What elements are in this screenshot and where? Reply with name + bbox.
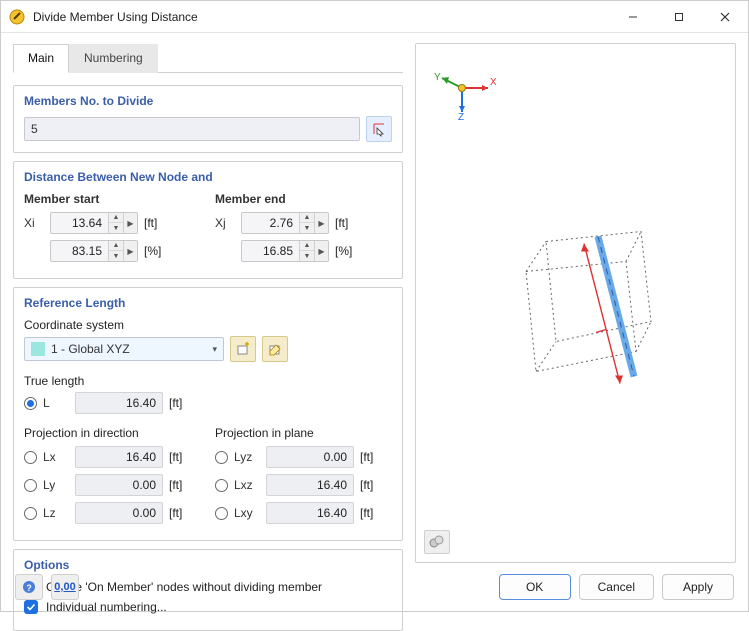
titlebar: Divide Member Using Distance — [1, 1, 748, 33]
radio-Ly[interactable] — [24, 479, 37, 492]
unit-ft: [ft] — [360, 506, 386, 520]
radio-Lz[interactable] — [24, 507, 37, 520]
unit-ft: [ft] — [169, 396, 195, 410]
dropdown-caret-icon[interactable]: ▶ — [123, 240, 137, 262]
svg-text:?: ? — [26, 583, 32, 593]
dropdown-caret-icon[interactable]: ▶ — [314, 240, 328, 262]
cs-swatch-icon — [31, 342, 45, 356]
projection-plane-label: Projection in plane — [215, 426, 392, 440]
chevron-down-icon: ▾ — [212, 344, 217, 355]
radio-Lx[interactable] — [24, 451, 37, 464]
precision-button[interactable]: 0,00 — [51, 574, 79, 600]
xj-ft-value: 2.76 — [242, 216, 299, 230]
help-button[interactable]: ? — [15, 574, 43, 600]
unit-ft: [ft] — [169, 450, 195, 464]
unit-ft: [ft] — [335, 216, 361, 230]
Lyz-label: Lyz — [234, 450, 260, 464]
projection-dir-label: Projection in direction — [24, 426, 201, 440]
edit-cs-button[interactable] — [262, 336, 288, 362]
spin-buttons[interactable]: ▲▼ — [299, 212, 314, 234]
new-cs-button[interactable] — [230, 336, 256, 362]
minimize-button[interactable] — [610, 1, 656, 33]
Ly-value: 0.00 — [75, 474, 163, 496]
axis-x-label: X — [490, 77, 496, 88]
xi-pct-input[interactable]: 83.15 ▲▼ ▶ — [50, 240, 138, 262]
Lyz-value: 0.00 — [266, 446, 354, 468]
members-panel-title: Members No. to Divide — [24, 94, 392, 108]
radio-Lyz[interactable] — [215, 451, 228, 464]
tab-main[interactable]: Main — [13, 44, 69, 73]
member-end-label: Member end — [215, 192, 392, 206]
ok-button[interactable]: OK — [499, 574, 571, 600]
unit-pct: [%] — [144, 244, 170, 258]
window-controls — [610, 1, 748, 33]
xj-pct-value: 16.85 — [242, 244, 299, 258]
dropdown-caret-icon[interactable]: ▶ — [314, 212, 328, 234]
unit-ft: [ft] — [360, 450, 386, 464]
app-icon — [9, 9, 25, 25]
pick-from-view-button[interactable] — [366, 116, 392, 142]
distance-panel-title: Distance Between New Node and — [24, 170, 392, 184]
xi-pct-value: 83.15 — [51, 244, 108, 258]
reference-panel-title: Reference Length — [24, 296, 392, 310]
axis-z-label: Z — [458, 112, 464, 120]
tabs: Main Numbering — [13, 43, 403, 73]
unit-ft: [ft] — [144, 216, 170, 230]
Lz-label: Lz — [43, 506, 69, 520]
apply-button[interactable]: Apply — [662, 574, 734, 600]
Lxz-value: 16.40 — [266, 474, 354, 496]
preview-pane[interactable]: X Y Z — [415, 43, 736, 563]
members-panel: Members No. to Divide 5 — [13, 85, 403, 153]
true-length-label: True length — [24, 374, 392, 388]
cs-label: Coordinate system — [24, 318, 392, 332]
xj-label: Xj — [215, 216, 235, 230]
create-on-member-label: Create 'On Member' nodes without dividin… — [46, 580, 322, 594]
Lz-value: 0.00 — [75, 502, 163, 524]
Lx-value: 16.40 — [75, 446, 163, 468]
unit-pct: [%] — [335, 244, 361, 258]
Lxy-value: 16.40 — [266, 502, 354, 524]
L-value: 16.40 — [75, 392, 163, 414]
close-button[interactable] — [702, 1, 748, 33]
precision-label: 0,00 — [54, 581, 75, 593]
axis-y-label: Y — [434, 72, 441, 83]
unit-ft: [ft] — [360, 478, 386, 492]
radio-L[interactable] — [24, 397, 37, 410]
unit-ft: [ft] — [169, 478, 195, 492]
xi-label: Xi — [24, 216, 44, 230]
spin-buttons[interactable]: ▲▼ — [108, 212, 123, 234]
members-value: 5 — [31, 122, 38, 136]
members-input[interactable]: 5 — [24, 117, 360, 141]
maximize-button[interactable] — [656, 1, 702, 33]
Ly-label: Ly — [43, 478, 69, 492]
Lxz-label: Lxz — [234, 478, 260, 492]
xj-pct-input[interactable]: 16.85 ▲▼ ▶ — [241, 240, 329, 262]
member-start-label: Member start — [24, 192, 201, 206]
radio-Lxy[interactable] — [215, 507, 228, 520]
cs-value: 1 - Global XYZ — [51, 342, 206, 356]
options-panel-title: Options — [24, 558, 392, 572]
distance-panel: Distance Between New Node and Member sta… — [13, 161, 403, 279]
xj-ft-input[interactable]: 2.76 ▲▼ ▶ — [241, 212, 329, 234]
preview-settings-button[interactable] — [424, 530, 450, 554]
reference-panel: Reference Length Coordinate system 1 - G… — [13, 287, 403, 541]
cancel-button[interactable]: Cancel — [579, 574, 654, 600]
Lx-label: Lx — [43, 450, 69, 464]
window-title: Divide Member Using Distance — [33, 10, 610, 24]
xi-ft-input[interactable]: 13.64 ▲▼ ▶ — [50, 212, 138, 234]
unit-ft: [ft] — [169, 506, 195, 520]
preview-3d-icon — [476, 202, 676, 425]
dropdown-caret-icon[interactable]: ▶ — [123, 212, 137, 234]
L-label: L — [43, 396, 69, 410]
spin-buttons[interactable]: ▲▼ — [108, 240, 123, 262]
xi-ft-value: 13.64 — [51, 216, 108, 230]
tab-numbering[interactable]: Numbering — [69, 44, 158, 73]
coordinate-system-select[interactable]: 1 - Global XYZ ▾ — [24, 337, 224, 361]
Lxy-label: Lxy — [234, 506, 260, 520]
axes-gizmo: X Y Z — [432, 62, 496, 123]
radio-Lxz[interactable] — [215, 479, 228, 492]
spin-buttons[interactable]: ▲▼ — [299, 240, 314, 262]
